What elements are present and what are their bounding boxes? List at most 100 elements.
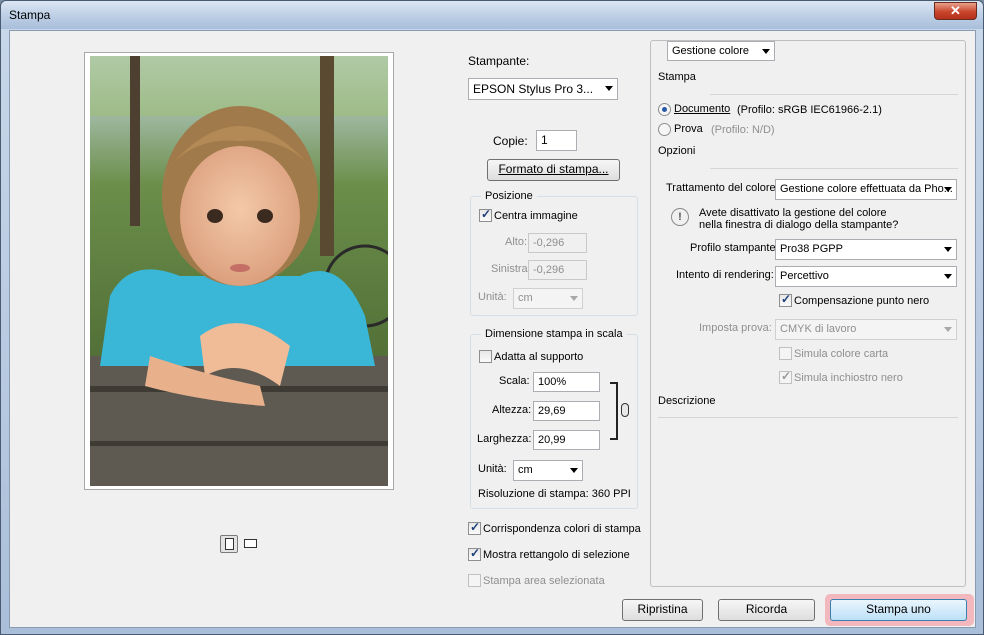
- print-resolution: Risoluzione di stampa: 360 PPI: [478, 488, 631, 500]
- simulate-paper-label: Simula colore carta: [794, 348, 889, 360]
- show-bbox-checkbox[interactable]: [468, 546, 481, 561]
- divider: [710, 94, 958, 95]
- color-handling-select[interactable]: Gestione colore effettuata da Pho...: [775, 179, 957, 200]
- rendering-intent-label: Intento di rendering:: [676, 269, 774, 281]
- height-value: 29,69: [538, 405, 566, 417]
- position-group-title: Posizione: [481, 190, 537, 202]
- simulate-ink-checkbox[interactable]: [779, 369, 792, 384]
- chevron-down-icon: [944, 187, 952, 192]
- top-input[interactable]: -0,296: [528, 233, 587, 253]
- print-selected-checkbox[interactable]: [468, 574, 481, 587]
- bpc-checkbox[interactable]: [779, 292, 792, 307]
- reset-label: Ripristina: [637, 602, 688, 616]
- match-colors-label: Corrispondenza colori di stampa: [483, 523, 641, 535]
- orientation-portrait-button[interactable]: [220, 535, 238, 553]
- title-bar[interactable]: Stampa ✕: [1, 1, 983, 29]
- simulate-ink-label: Simula inchiostro nero: [794, 372, 903, 384]
- left-input[interactable]: -0,296: [528, 260, 587, 280]
- description-heading: Descrizione: [658, 395, 716, 407]
- proof-setup-select[interactable]: CMYK di lavoro: [775, 319, 957, 340]
- scale-value: 100%: [538, 376, 567, 388]
- printer-label: Stampante:: [468, 54, 530, 68]
- height-label: Altezza:: [492, 404, 532, 416]
- close-icon: ✕: [950, 3, 961, 18]
- width-label: Larghezza:: [477, 433, 532, 445]
- orientation-landscape-button[interactable]: [242, 535, 260, 553]
- landscape-orientation-icon: [244, 539, 257, 548]
- close-button[interactable]: ✕: [934, 2, 977, 20]
- document-profile: (Profilo: sRGB IEC61966-2.1): [737, 104, 882, 116]
- color-handling-label: Trattamento del colore:: [666, 182, 779, 194]
- portrait-orientation-icon: [225, 538, 234, 550]
- print-one-button[interactable]: Stampa uno: [830, 599, 967, 621]
- warning-icon: !: [671, 208, 689, 226]
- print-preview[interactable]: [84, 52, 394, 490]
- scaled-units-label: Unità:: [478, 463, 507, 475]
- height-input[interactable]: 29,69: [533, 401, 600, 421]
- page-setup-button[interactable]: Formato di stampa...: [487, 159, 620, 181]
- scale-input[interactable]: 100%: [533, 372, 600, 392]
- remember-button[interactable]: Ricorda: [718, 599, 815, 621]
- reset-button[interactable]: Ripristina: [622, 599, 703, 621]
- proof-setup-label: Imposta prova:: [699, 322, 772, 334]
- simulate-paper-checkbox[interactable]: [779, 347, 792, 360]
- fit-media-label: Adatta al supporto: [494, 351, 584, 363]
- document-radio[interactable]: [658, 103, 671, 116]
- printer-select[interactable]: EPSON Stylus Pro 3...: [468, 78, 618, 100]
- section-select-value: Gestione colore: [672, 45, 750, 57]
- chevron-down-icon: [605, 86, 613, 91]
- warning-text-2: nella finestra di dialogo della stampant…: [699, 219, 899, 231]
- print-dialog: Stampa ✕ Stampante: EPSON Stylus Pro 3..…: [0, 0, 984, 635]
- divider: [658, 417, 958, 418]
- left-label: Sinistra:: [491, 263, 531, 275]
- printer-profile-select[interactable]: Pro38 PGPP: [775, 239, 957, 260]
- color-handling-value: Gestione colore effettuata da Pho...: [780, 183, 953, 195]
- top-value: -0,296: [533, 237, 565, 249]
- print-heading: Stampa: [658, 71, 696, 83]
- rendering-intent-value: Percettivo: [780, 270, 829, 282]
- center-image-checkbox[interactable]: [479, 207, 492, 222]
- rendering-intent-select[interactable]: Percettivo: [775, 266, 957, 287]
- position-units-select[interactable]: cm: [513, 288, 583, 309]
- chevron-down-icon: [944, 327, 952, 332]
- fit-media-checkbox[interactable]: [479, 350, 492, 363]
- top-label: Alto:: [505, 236, 528, 248]
- warning-text-1: Avete disattivato la gestione del colore: [699, 207, 887, 219]
- scaled-size-group-title: Dimensione stampa in scala: [481, 328, 627, 340]
- remember-label: Ricorda: [745, 602, 788, 616]
- center-image-label: Centra immagine: [494, 210, 578, 222]
- match-colors-checkbox[interactable]: [468, 520, 481, 535]
- options-heading: Opzioni: [658, 145, 696, 157]
- scaled-units-select[interactable]: cm: [513, 460, 583, 481]
- link-bracket: [610, 382, 618, 440]
- chevron-down-icon: [762, 49, 770, 54]
- left-value: -0,296: [533, 264, 565, 276]
- copies-input[interactable]: 1: [536, 130, 577, 151]
- page-setup-label: Formato di stampa...: [498, 162, 609, 176]
- divider: [710, 168, 958, 169]
- width-value: 20,99: [538, 434, 566, 446]
- printer-profile-label: Profilo stampante:: [690, 242, 779, 254]
- dialog-client: Stampante: EPSON Stylus Pro 3... Copie: …: [9, 30, 976, 628]
- window-title: Stampa: [9, 8, 51, 22]
- copies-value: 1: [541, 133, 548, 147]
- proof-label: Prova: [674, 123, 703, 135]
- proof-radio[interactable]: [658, 123, 671, 136]
- chevron-down-icon: [570, 296, 578, 301]
- preview-image: [90, 56, 388, 486]
- section-select[interactable]: Gestione colore: [667, 41, 775, 61]
- scaled-units-value: cm: [518, 464, 533, 476]
- width-input[interactable]: 20,99: [533, 430, 600, 450]
- chevron-down-icon: [944, 247, 952, 252]
- printer-profile-value: Pro38 PGPP: [780, 243, 843, 255]
- document-label: Documento: [674, 103, 730, 115]
- scale-label: Scala:: [499, 375, 530, 387]
- print-one-label: Stampa uno: [866, 602, 931, 616]
- bpc-label: Compensazione punto nero: [794, 295, 930, 307]
- chain-link-icon[interactable]: [621, 403, 629, 417]
- copies-label: Copie:: [493, 134, 528, 148]
- position-units-label: Unità:: [478, 291, 507, 303]
- document-label-text: Documento: [674, 103, 731, 115]
- position-units-value: cm: [518, 292, 533, 304]
- proof-setup-value: CMYK di lavoro: [780, 323, 857, 335]
